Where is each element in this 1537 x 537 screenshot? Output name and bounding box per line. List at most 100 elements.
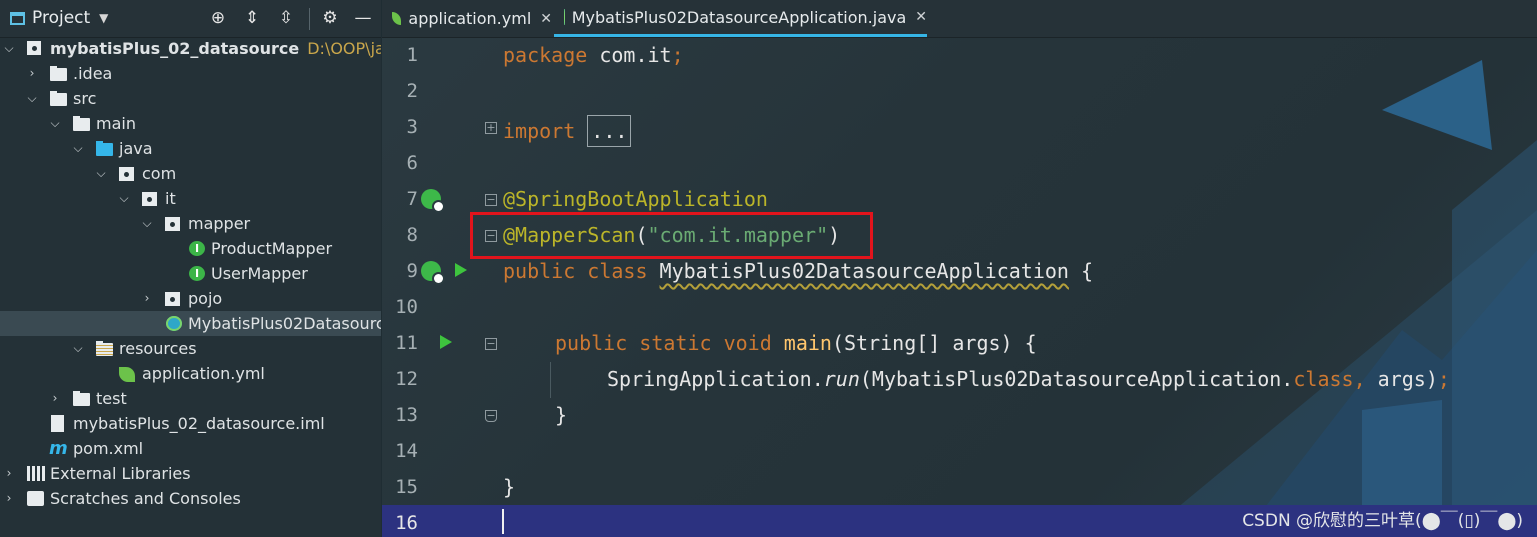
collapse-all-icon[interactable]: ⇳ — [275, 7, 297, 29]
tree-item-scratches[interactable]: › Scratches and Consoles — [0, 486, 381, 511]
tree-item-label: Scratches and Consoles — [50, 489, 241, 508]
tree-item-resources[interactable]: ⌵ resources — [0, 336, 381, 361]
chevron-right-icon[interactable]: › — [140, 286, 154, 311]
tree-item-label: pojo — [188, 289, 223, 308]
interface-icon: I — [189, 241, 205, 256]
run-class-icon[interactable] — [455, 263, 467, 277]
locate-icon[interactable]: ⊕ — [207, 7, 229, 29]
editor-tab-bar: application.yml ✕ MybatisPlus02Datasourc… — [382, 0, 1537, 38]
line-number: 1 — [406, 44, 418, 66]
tree-item-label: main — [96, 114, 136, 133]
scratches-icon — [27, 491, 44, 506]
code-line-11[interactable]: public static void main(String[] args) { — [555, 331, 1037, 355]
folded-imports[interactable]: ... — [587, 115, 632, 147]
close-icon[interactable]: ✕ — [540, 11, 552, 27]
tree-item-label: .idea — [73, 64, 113, 83]
code-line-9[interactable]: public class MybatisPlus02DatasourceAppl… — [503, 259, 1093, 283]
chevron-down-icon[interactable]: ⌵ — [71, 136, 85, 161]
tree-item-main[interactable]: ⌵ main — [0, 111, 381, 136]
library-icon — [27, 466, 45, 481]
spring-bean-search-icon[interactable] — [421, 189, 443, 211]
code-token: } — [503, 475, 516, 499]
chevron-down-icon[interactable]: ⌵ — [71, 336, 85, 361]
tree-item-label: mybatisPlus_02_datasource.iml — [73, 414, 325, 433]
tree-item-label: MybatisPlus02DatasourceApplication — [188, 314, 381, 333]
tree-item-idea[interactable]: › .idea — [0, 61, 381, 86]
resources-folder-icon — [96, 341, 113, 356]
minimize-icon[interactable]: — — [352, 7, 374, 29]
chevron-right-icon[interactable]: › — [25, 61, 39, 86]
code-line-13[interactable]: } — [555, 403, 567, 427]
gear-icon[interactable]: ⚙ — [319, 7, 341, 29]
chevron-right-icon[interactable]: › — [2, 461, 16, 486]
tree-item-application-yml[interactable]: application.yml — [0, 361, 381, 386]
code-editor[interactable]: application.yml ✕ MybatisPlus02Datasourc… — [382, 0, 1537, 537]
tree-item-productmapper[interactable]: I ProductMapper — [0, 236, 381, 261]
interface-icon: I — [189, 266, 205, 281]
indent-guide — [550, 362, 551, 398]
chevron-down-icon[interactable]: ⌵ — [25, 86, 39, 111]
expand-all-icon[interactable]: ⇕ — [241, 7, 263, 29]
watermark: CSDN @欣慰的三叶草(⬤￣(▯)￣⬤) — [1242, 511, 1523, 531]
tree-item-it[interactable]: ⌵ it — [0, 186, 381, 211]
chevron-down-icon[interactable]: ⌵ — [117, 186, 131, 211]
tree-item-com[interactable]: ⌵ com — [0, 161, 381, 186]
tree-item-label: mapper — [188, 214, 251, 233]
code-line-12[interactable]: SpringApplication.run(MybatisPlus02Datas… — [607, 367, 1450, 391]
text-caret — [502, 509, 504, 534]
tree-item-iml-file[interactable]: mybatisPlus_02_datasource.iml — [0, 411, 381, 436]
folder-icon — [73, 116, 90, 131]
code-token: MybatisPlus02DatasourceApplication — [659, 259, 1069, 283]
tree-item-java[interactable]: ⌵ java — [0, 136, 381, 161]
code-token: args) — [1365, 367, 1438, 391]
code-token: public static void — [555, 331, 772, 355]
tree-item-label: mybatisPlus_02_datasource — [50, 39, 300, 58]
tree-item-pojo[interactable]: › pojo — [0, 286, 381, 311]
run-main-icon[interactable] — [440, 335, 452, 349]
maven-icon: m — [49, 438, 68, 459]
module-file-icon — [51, 415, 64, 432]
code-token: ; — [671, 43, 684, 67]
package-icon — [119, 167, 134, 181]
spring-bean-icon[interactable] — [421, 261, 443, 283]
fold-expand-icon[interactable]: + — [485, 122, 497, 134]
line-number: 12 — [395, 368, 418, 390]
tab-application-yml[interactable]: application.yml ✕ — [382, 0, 552, 37]
highlight-annotation-box — [470, 212, 873, 259]
folder-icon — [50, 66, 67, 81]
tree-item-mapper[interactable]: ⌵ mapper — [0, 211, 381, 236]
tree-item-src[interactable]: ⌵ src — [0, 86, 381, 111]
tree-item-application-class[interactable]: MybatisPlus02DatasourceApplication — [0, 311, 381, 336]
source-folder-icon — [96, 141, 113, 156]
tab-application-java[interactable]: MybatisPlus02DatasourceApplication.java … — [554, 0, 927, 37]
tree-item-usermapper[interactable]: I UserMapper — [0, 261, 381, 286]
toolbar-divider — [309, 8, 310, 30]
fold-end-icon[interactable]: − — [485, 410, 497, 422]
fold-collapse-icon[interactable]: − — [485, 194, 497, 206]
project-view-selector[interactable]: Project ▼ — [10, 8, 108, 28]
tree-item-label: UserMapper — [211, 264, 308, 283]
chevron-down-icon[interactable]: ⌵ — [94, 161, 108, 186]
tree-item-label: resources — [119, 339, 197, 358]
tab-label: MybatisPlus02DatasourceApplication.java — [571, 7, 907, 27]
code-token: , — [1353, 367, 1366, 391]
line-number: 16 — [395, 512, 418, 534]
spring-boot-class-icon — [564, 9, 565, 25]
module-folder-icon — [27, 41, 41, 55]
close-icon[interactable]: ✕ — [915, 9, 927, 25]
chevron-down-icon[interactable]: ⌵ — [2, 36, 16, 61]
fold-collapse-icon[interactable]: − — [485, 338, 497, 350]
code-line-7[interactable]: @SpringBootApplication — [503, 187, 768, 211]
chevron-right-icon[interactable]: › — [48, 386, 62, 411]
code-line-15[interactable]: } — [503, 475, 515, 499]
chevron-down-icon[interactable]: ⌵ — [140, 211, 154, 236]
code-line-3[interactable]: import ... — [503, 115, 632, 147]
tree-item-project-root[interactable]: ⌵ mybatisPlus_02_datasource D:\OOP\java\ — [0, 36, 381, 61]
chevron-down-icon[interactable]: ⌵ — [48, 111, 62, 136]
project-icon — [10, 11, 25, 25]
chevron-right-icon[interactable]: › — [2, 486, 16, 511]
tree-item-test[interactable]: › test — [0, 386, 381, 411]
code-line-1[interactable]: package com.it; — [503, 43, 684, 67]
tree-item-pom[interactable]: m pom.xml — [0, 436, 381, 461]
tree-item-external-libraries[interactable]: › External Libraries — [0, 461, 381, 486]
